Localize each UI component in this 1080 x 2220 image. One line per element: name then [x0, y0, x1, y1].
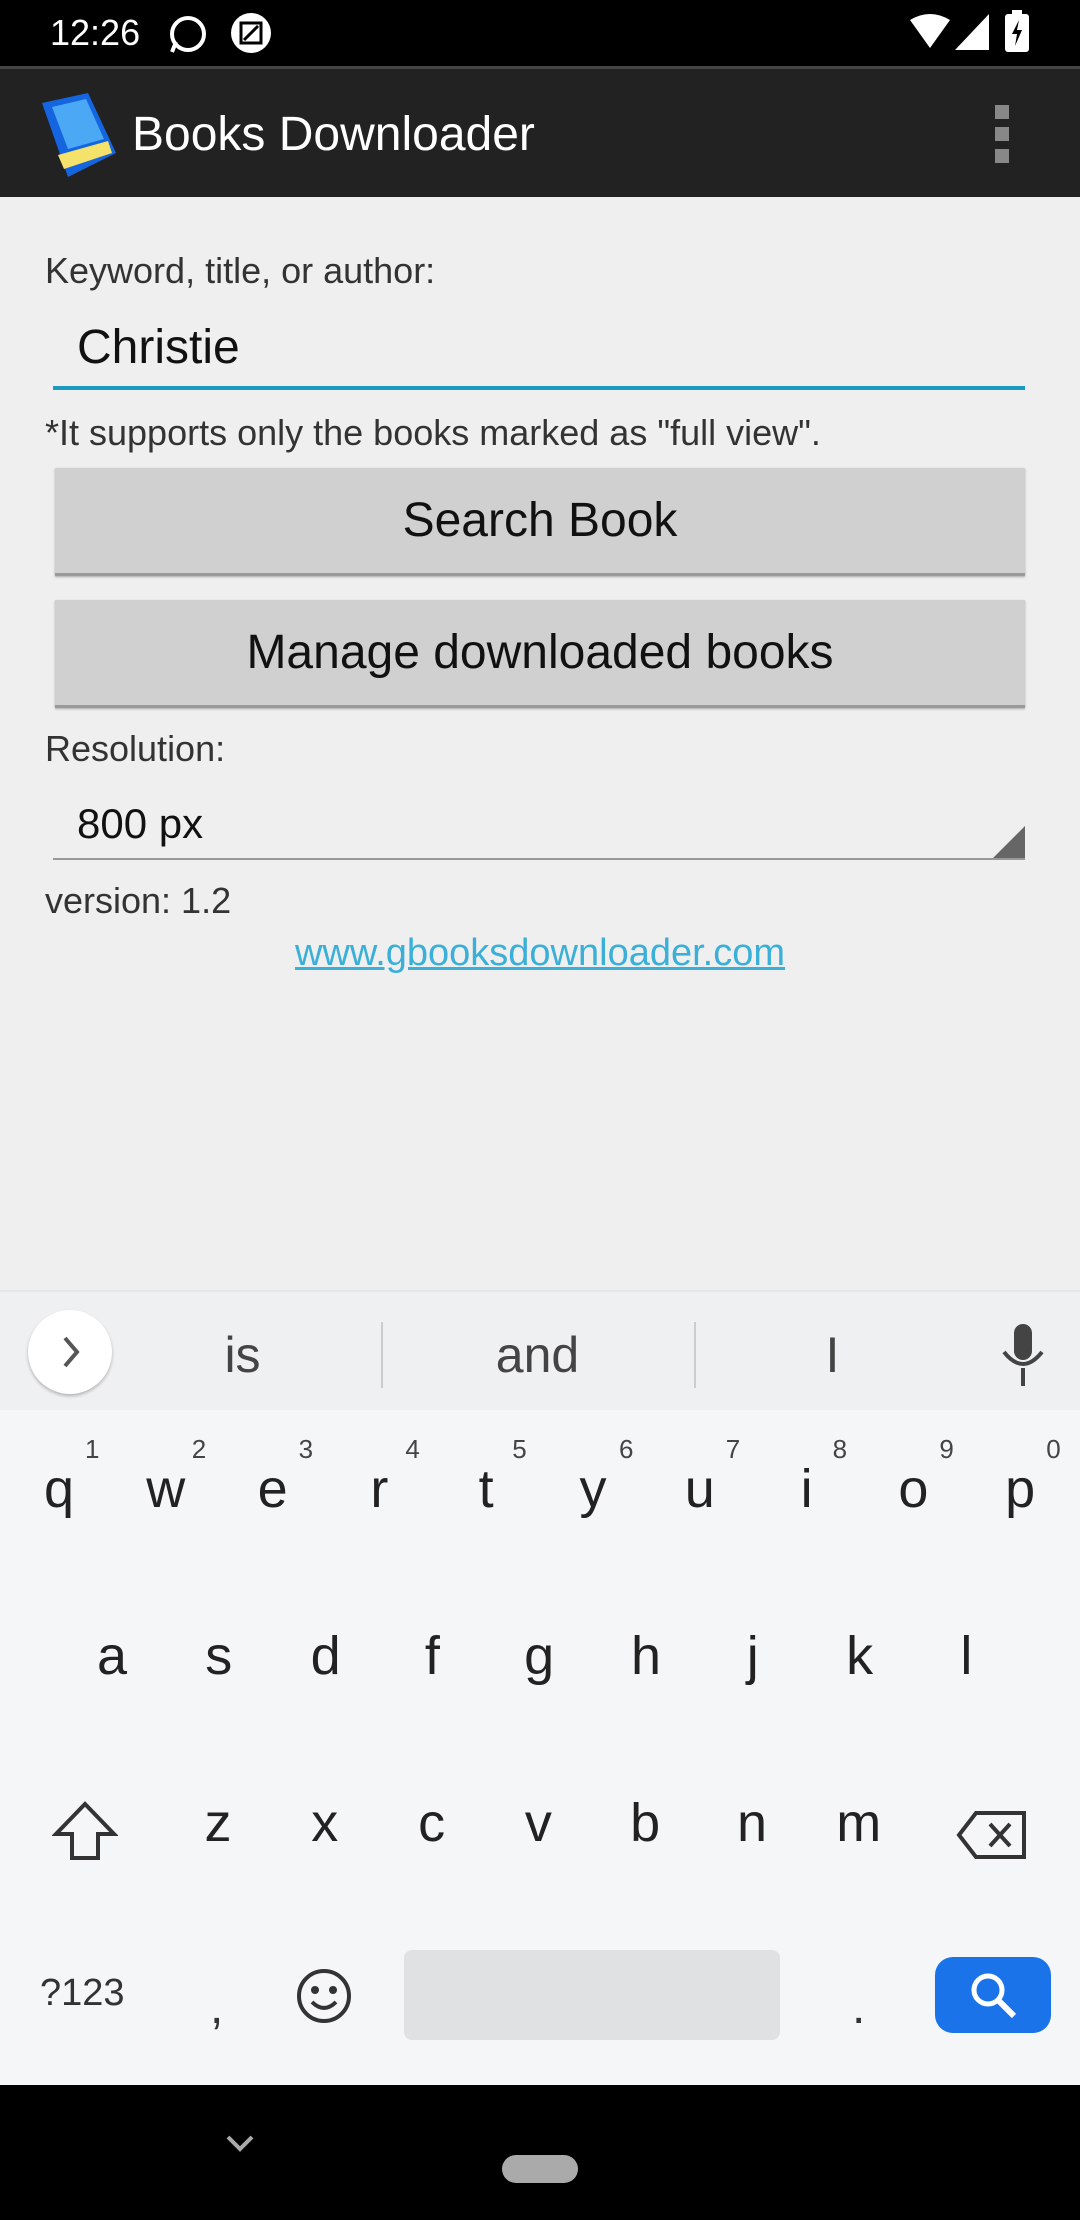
key-l[interactable]: l	[916, 1625, 1016, 1687]
symbols-key[interactable]: ?123	[40, 1972, 125, 2015]
key-a[interactable]: a	[62, 1625, 162, 1687]
microphone-icon[interactable]	[1000, 1324, 1046, 1386]
search-book-button[interactable]: Search Book	[55, 468, 1025, 576]
divider	[381, 1322, 383, 1388]
key-m[interactable]: m	[809, 1792, 909, 1854]
key-z[interactable]: z	[168, 1792, 268, 1854]
suggestion[interactable]: I	[760, 1326, 905, 1384]
key-c[interactable]: c	[382, 1792, 482, 1854]
key-hint-number: 0	[1046, 1434, 1061, 1464]
dropdown-triangle-icon	[993, 826, 1025, 858]
key-hint-number: 5	[512, 1434, 527, 1464]
divider	[694, 1322, 696, 1388]
key-s[interactable]: s	[169, 1625, 269, 1687]
app-title: Books Downloader	[132, 108, 535, 161]
key-t[interactable]: t	[436, 1458, 536, 1520]
backspace-icon[interactable]	[956, 1810, 1028, 1860]
key-x[interactable]: x	[275, 1792, 375, 1854]
resolution-label: Resolution:	[45, 728, 226, 769]
wifi-icon	[910, 14, 950, 48]
key-hint-number: 2	[191, 1434, 207, 1464]
website-link[interactable]: www.gbooksdownloader.com	[0, 932, 1080, 975]
key-hint-number: 7	[725, 1434, 741, 1464]
shift-icon[interactable]	[52, 1800, 118, 1864]
search-label: Keyword, title, or author:	[45, 250, 436, 291]
signal-icon	[955, 14, 989, 50]
hide-keyboard-icon[interactable]	[224, 2133, 256, 2155]
key-hint-number: 3	[298, 1434, 314, 1464]
battery-charging-icon	[1005, 10, 1029, 52]
app-bar: Books Downloader	[0, 66, 1080, 197]
suggestion-strip: is and I	[0, 1290, 1080, 1410]
book-icon	[42, 93, 116, 177]
key-hint-number: 8	[832, 1434, 848, 1464]
key-k[interactable]: k	[810, 1625, 910, 1687]
key-w[interactable]: w	[116, 1458, 216, 1520]
home-pill[interactable]	[502, 2155, 578, 2183]
search-input[interactable]: Christie	[53, 312, 1025, 390]
comma-key[interactable]: ,	[210, 1980, 223, 2035]
more-vert-icon[interactable]	[990, 105, 1014, 165]
key-hint-number: 9	[939, 1434, 954, 1464]
manage-downloads-button[interactable]: Manage downloaded books	[55, 600, 1025, 708]
navigation-bar	[0, 2085, 1080, 2220]
clock: 12:26	[50, 12, 141, 53]
key-j[interactable]: j	[703, 1625, 803, 1687]
key-hint-number: 4	[405, 1434, 420, 1464]
key-y[interactable]: y	[543, 1458, 643, 1520]
suggestion[interactable]: is	[160, 1326, 325, 1384]
key-f[interactable]: f	[382, 1625, 482, 1687]
space-bar[interactable]	[404, 1950, 780, 2040]
search-key[interactable]	[935, 1957, 1051, 2033]
key-g[interactable]: g	[489, 1625, 589, 1687]
key-b[interactable]: b	[595, 1792, 695, 1854]
status-bar: 12:26	[0, 0, 1080, 66]
key-d[interactable]: d	[276, 1625, 376, 1687]
full-view-note: *It supports only the books marked as "f…	[45, 412, 821, 453]
key-r[interactable]: r	[329, 1458, 429, 1520]
key-e[interactable]: e	[223, 1458, 323, 1520]
key-v[interactable]: v	[488, 1792, 588, 1854]
key-n[interactable]: n	[702, 1792, 802, 1854]
key-hint-number: 6	[619, 1434, 634, 1464]
suggestion[interactable]: and	[440, 1326, 635, 1384]
key-p[interactable]: p	[970, 1458, 1070, 1520]
version-text: version: 1.2	[45, 880, 232, 921]
key-q[interactable]: q	[9, 1458, 109, 1520]
key-o[interactable]: o	[863, 1458, 963, 1520]
key-i[interactable]: i	[757, 1458, 857, 1520]
key-h[interactable]: h	[596, 1625, 696, 1687]
key-hint-number: 1	[85, 1434, 100, 1464]
emoji-icon[interactable]	[296, 1968, 352, 2024]
resolution-spinner[interactable]: 800 px	[53, 790, 1025, 860]
period-key[interactable]: .	[852, 1980, 865, 2035]
resolution-value: 800 px	[77, 800, 204, 847]
screenshot-edit-icon	[231, 13, 271, 53]
search-icon	[971, 1973, 1017, 2019]
search-input-value: Christie	[77, 321, 240, 374]
key-u[interactable]: u	[650, 1458, 750, 1520]
chevron-right-icon[interactable]	[28, 1310, 112, 1394]
whatsapp-icon	[170, 16, 206, 53]
